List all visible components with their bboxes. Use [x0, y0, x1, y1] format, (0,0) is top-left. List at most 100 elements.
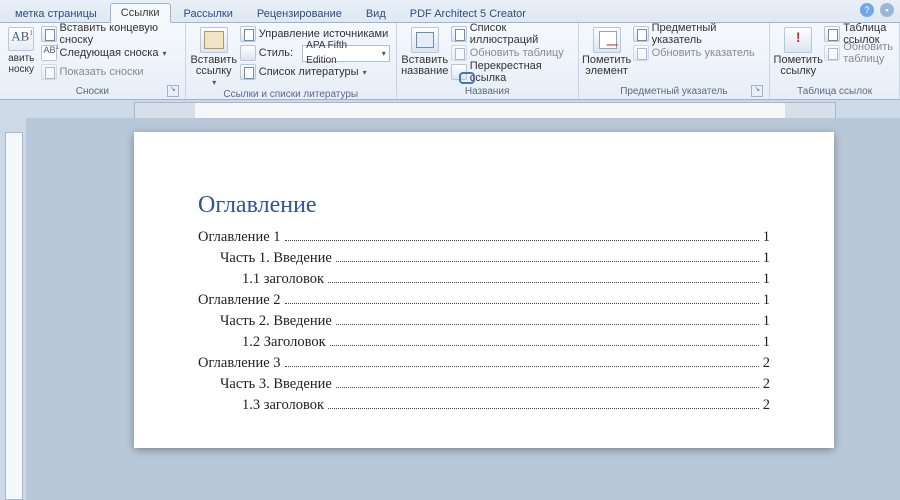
ruler-area: [0, 100, 900, 120]
update-table-button[interactable]: Обновить таблицу: [451, 44, 572, 62]
toc-entry-page: 1: [763, 334, 770, 351]
toc-entry-page: 2: [763, 355, 770, 372]
show-footnotes-button[interactable]: Показать сноски: [41, 63, 179, 81]
group-citations: Вставить ссылку▾ Управление источниками …: [186, 23, 397, 99]
cross-reference-button[interactable]: Перекрестная ссылка: [451, 63, 572, 81]
toc-entry[interactable]: 1.1 заголовок1: [198, 271, 770, 288]
group-captions: Вставить название Список иллюстраций Обн…: [397, 23, 579, 99]
insert-citation-button[interactable]: Вставить ссылку▾: [192, 25, 236, 88]
tab-view[interactable]: Вид: [355, 4, 397, 23]
toc-leader: [328, 282, 759, 283]
toc-entry-text: Оглавление 2: [198, 292, 281, 309]
chevron-down-icon: ▾: [212, 77, 216, 88]
toc-container: Оглавление 11Часть 1. Введение11.1 загол…: [198, 229, 770, 414]
toc-leader: [285, 240, 759, 241]
toc-leader: [285, 366, 759, 367]
toc-leader: [330, 345, 759, 346]
toc-entry-text: Оглавление 3: [198, 355, 281, 372]
mark-citation-button[interactable]: Пометить ссылку: [776, 25, 820, 85]
update-authorities-icon: [824, 45, 840, 61]
toc-entry-page: 1: [763, 250, 770, 267]
toc-leader: [336, 324, 759, 325]
update-index-icon: [633, 45, 649, 61]
tab-references[interactable]: Ссылки: [110, 3, 171, 23]
next-footnote-button[interactable]: AB1Следующая сноска▾: [41, 44, 179, 62]
mark-citation-icon: [784, 27, 812, 53]
group-footnotes: AB1 авить носку Вставить концевую сноску…: [0, 23, 186, 99]
toc-entry-page: 1: [763, 271, 770, 288]
toc-leader: [336, 261, 759, 262]
document-page[interactable]: Оглавление Оглавление 11Часть 1. Введени…: [134, 132, 834, 448]
toc-leader: [285, 303, 759, 304]
toc-leader: [336, 387, 759, 388]
bibliography-button[interactable]: Список литературы▾: [240, 63, 390, 81]
toc-entry[interactable]: Часть 3. Введение 2: [198, 376, 770, 393]
toc-entry-page: 1: [763, 229, 770, 246]
toc-entry-text: Часть 3. Введение: [220, 376, 332, 393]
document-workspace: Оглавление Оглавление 11Часть 1. Введени…: [0, 118, 900, 500]
citation-style-dropdown[interactable]: Стиль: APA Fifth Edition ▾: [240, 44, 390, 62]
insert-endnote-button[interactable]: Вставить концевую сноску: [41, 25, 179, 43]
bibliography-icon: [240, 64, 256, 80]
vertical-ruler[interactable]: [0, 118, 26, 500]
toc-entry[interactable]: Оглавление 1 1: [198, 229, 770, 246]
update-index-button[interactable]: Обновить указатель: [633, 44, 764, 62]
endnote-icon: [41, 26, 57, 42]
style-value[interactable]: APA Fifth Edition ▾: [302, 45, 390, 62]
next-footnote-icon: AB1: [41, 45, 57, 61]
horizontal-ruler[interactable]: [26, 100, 900, 120]
toc-entry-page: 1: [763, 292, 770, 309]
toc-entry[interactable]: Оглавление 3 2: [198, 355, 770, 372]
dialog-launcher-icon[interactable]: ↘: [167, 85, 179, 97]
group-label: Названия: [465, 86, 510, 97]
group-label: Таблица ссылок: [797, 86, 872, 97]
toc-entry-text: Часть 2. Введение: [220, 313, 332, 330]
tab-page-layout[interactable]: метка страницы: [4, 4, 108, 23]
help-icon[interactable]: ?: [860, 3, 874, 17]
show-notes-icon: [41, 64, 57, 80]
toc-entry[interactable]: Оглавление 2 1: [198, 292, 770, 309]
insert-index-button[interactable]: Предметный указатель: [633, 25, 764, 43]
chevron-down-icon: ▾: [382, 46, 386, 61]
group-label: Ссылки и списки литературы: [223, 89, 358, 100]
tab-pdf-architect[interactable]: PDF Architect 5 Creator: [399, 4, 537, 23]
group-label: Предметный указатель: [620, 86, 727, 97]
mark-entry-button[interactable]: — Пометить элемент: [585, 25, 629, 85]
toc-entry[interactable]: 1.3 заголовок 2: [198, 397, 770, 414]
toc-entry-text: 1.2 Заголовок: [242, 334, 326, 351]
style-icon: [240, 45, 256, 61]
mark-entry-icon: —: [593, 27, 621, 53]
tab-review[interactable]: Рецензирование: [246, 4, 353, 23]
insert-caption-button[interactable]: Вставить название: [403, 25, 447, 85]
window-options-icon[interactable]: ▪: [880, 3, 894, 17]
sources-icon: [240, 26, 256, 42]
toc-entry-text: 1.3 заголовок: [242, 397, 324, 414]
toc-entry[interactable]: Часть 1. Введение 1: [198, 250, 770, 267]
group-index: — Пометить элемент Предметный указатель …: [579, 23, 771, 99]
footnote-icon: AB1: [8, 27, 34, 51]
update-icon: [451, 45, 467, 61]
tab-mailings[interactable]: Рассылки: [173, 4, 244, 23]
chevron-down-icon: ▾: [363, 68, 367, 77]
toc-title: Оглавление: [198, 190, 770, 219]
ruler-corner: [0, 100, 26, 120]
toc-entry-page: 2: [763, 376, 770, 393]
toc-entry[interactable]: Часть 2. Введение 1: [198, 313, 770, 330]
dialog-launcher-icon[interactable]: ↘: [751, 85, 763, 97]
book-icon: [200, 27, 228, 53]
toc-leader: [328, 408, 759, 409]
toc-entry-page: 2: [763, 397, 770, 414]
group-label: Сноски: [76, 86, 109, 97]
toc-entry-text: Часть 1. Введение: [220, 250, 332, 267]
index-icon: [633, 26, 649, 42]
table-of-figures-button[interactable]: Список иллюстраций: [451, 25, 572, 43]
toc-entry-page: 1: [763, 313, 770, 330]
group-authorities: Пометить ссылку Таблица ссылок Обновить …: [770, 23, 900, 99]
authorities-icon: [824, 26, 840, 42]
insert-footnote-button[interactable]: AB1 авить носку: [6, 25, 37, 85]
toc-entry-text: Оглавление 1: [198, 229, 281, 246]
caption-icon: [411, 27, 439, 53]
toc-entry[interactable]: 1.2 Заголовок 1: [198, 334, 770, 351]
update-authorities-button[interactable]: Обновить таблицу: [824, 44, 893, 62]
tab-strip: метка страницы Ссылки Рассылки Рецензиро…: [0, 0, 900, 23]
